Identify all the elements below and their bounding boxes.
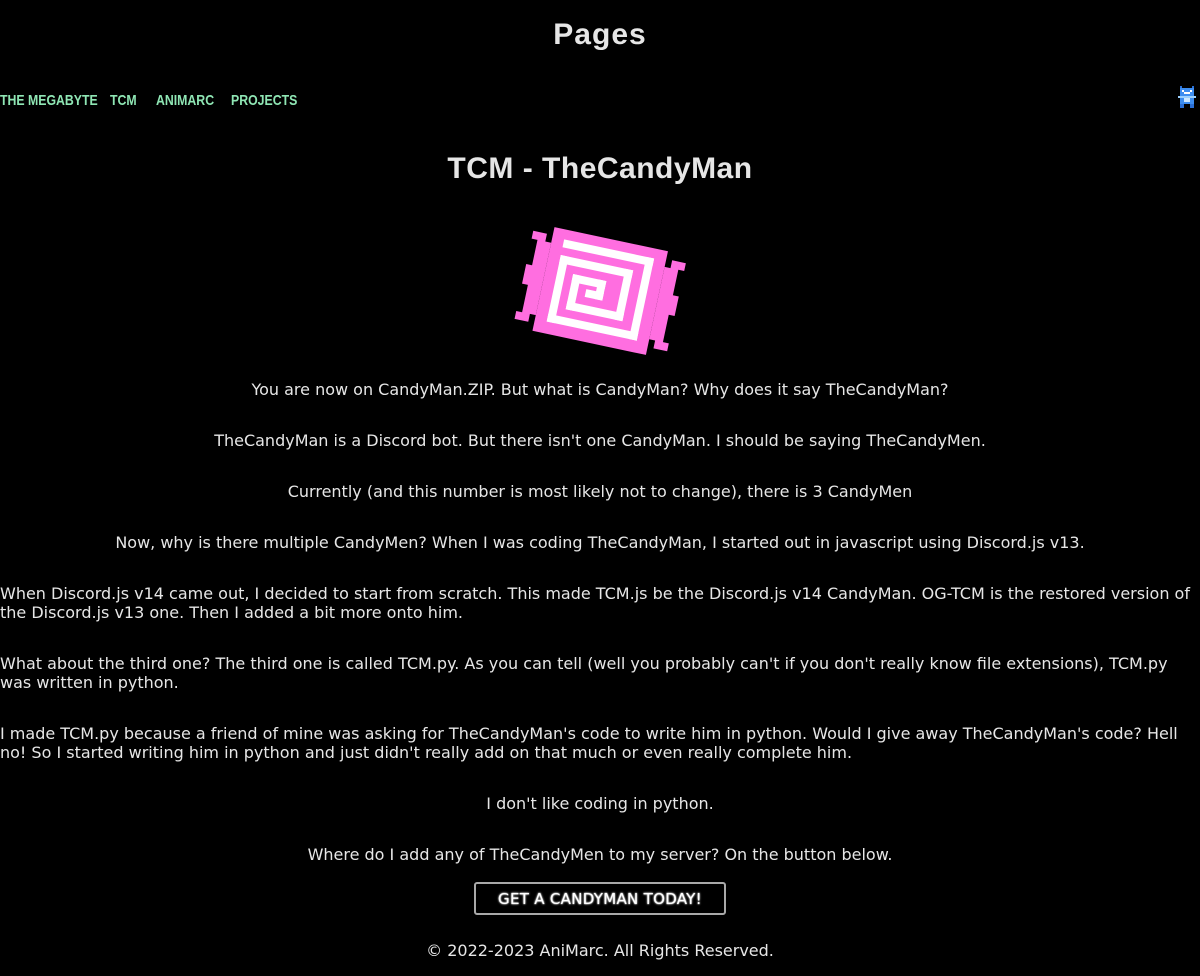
candy-spiral-icon bbox=[512, 224, 688, 364]
add-to-server-paragraph: Where do I add any of TheCandyMen to my … bbox=[307, 845, 893, 864]
discordjs-v14-paragraph: When Discord.js v14 came out, I decided … bbox=[0, 584, 1190, 622]
pixel-character-icon[interactable] bbox=[1178, 86, 1196, 108]
nav-link-the-megabyte[interactable]: The MegaByte bbox=[0, 92, 98, 109]
nav-link-animarc[interactable]: AniMarc bbox=[156, 92, 214, 109]
get-candyman-button[interactable]: GET A CANDYMAN TODAY! bbox=[474, 882, 726, 915]
site-title: Pages bbox=[553, 18, 647, 51]
python-dislike-paragraph: I don't like coding in python. bbox=[486, 794, 714, 813]
intro-paragraph: You are now on CandyMan.ZIP. But what is… bbox=[251, 380, 949, 399]
tcm-py-paragraph: What about the third one? The third one … bbox=[0, 654, 1168, 692]
nav-item-animarc[interactable]: AniMarc bbox=[156, 90, 231, 109]
nav-link-projects[interactable]: Projects bbox=[231, 92, 297, 109]
nav-item-the-megabyte[interactable]: The MegaByte bbox=[0, 90, 110, 109]
footer-copyright: © 2022-2023 AniMarc. All Rights Reserved… bbox=[426, 941, 774, 960]
nav-link-tcm[interactable]: TCM bbox=[110, 92, 137, 109]
page-heading: TCM - TheCandyMan bbox=[447, 152, 753, 185]
nav-item-projects[interactable]: Projects bbox=[231, 90, 301, 109]
python-friend-paragraph: I made TCM.py because a friend of mine w… bbox=[0, 724, 1178, 762]
candymen-count-paragraph: Currently (and this number is most likel… bbox=[287, 482, 913, 501]
main-nav: The MegaByte TCM AniMarc Projects bbox=[0, 88, 301, 110]
multiple-candymen-paragraph: Now, why is there multiple CandyMen? Whe… bbox=[115, 533, 1085, 552]
nav-item-tcm[interactable]: TCM bbox=[110, 90, 156, 109]
discord-bot-paragraph: TheCandyMan is a Discord bot. But there … bbox=[214, 431, 986, 450]
